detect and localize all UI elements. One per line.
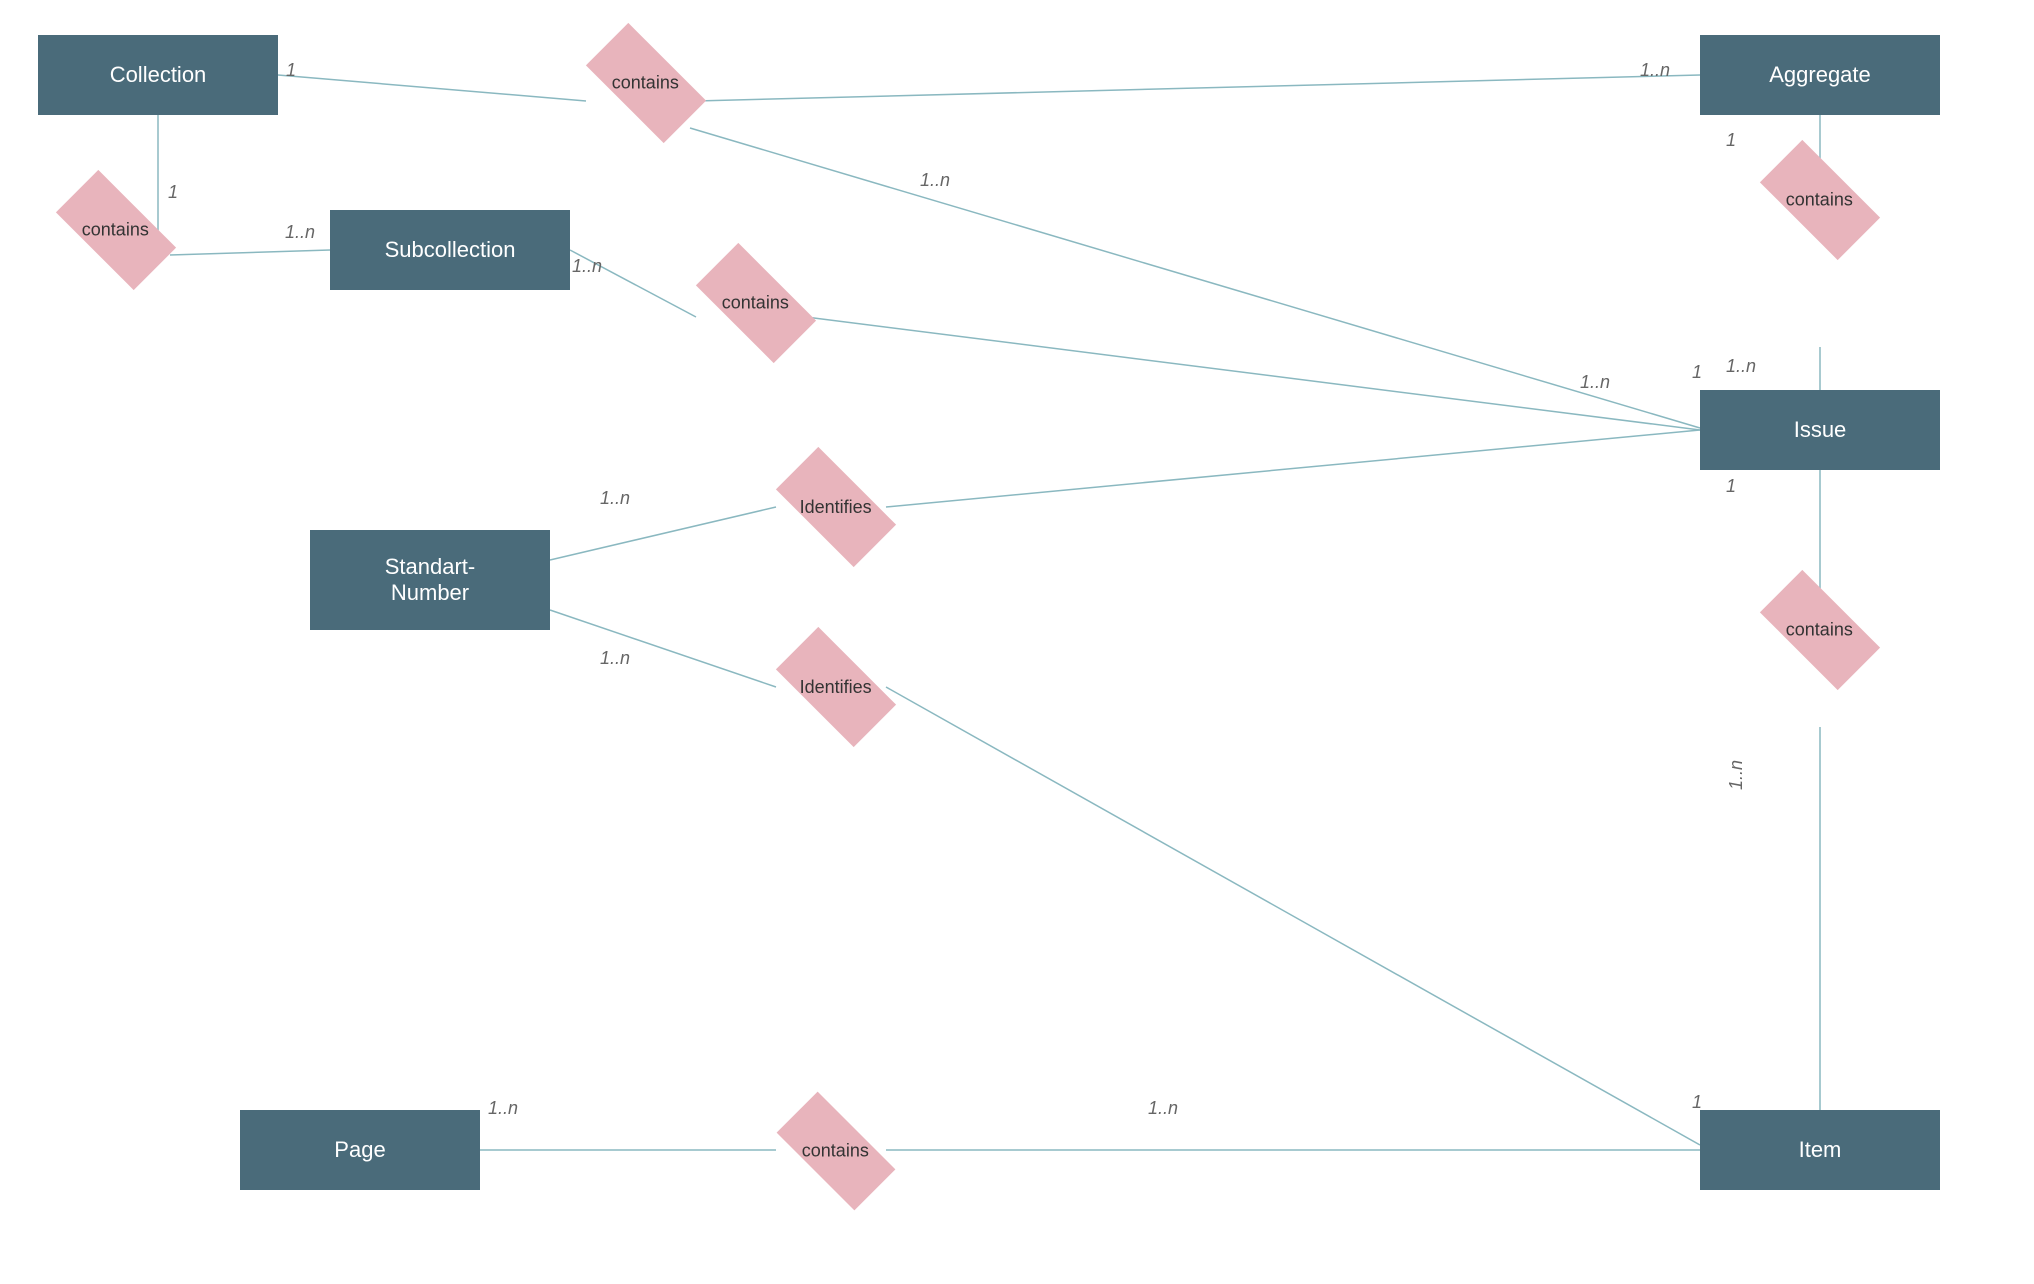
entity-item: Item bbox=[1700, 1110, 1940, 1190]
card-contains-page-item: 1..n bbox=[1148, 1098, 1178, 1119]
card-aggregate-down: 1 bbox=[1726, 130, 1736, 151]
entity-page: Page bbox=[240, 1110, 480, 1190]
entity-aggregate: Aggregate bbox=[1700, 35, 1940, 115]
diamond-contains-top: contains bbox=[586, 48, 706, 118]
diamond-contains-left: contains bbox=[56, 195, 176, 265]
card-issue-down: 1 bbox=[1726, 476, 1736, 497]
er-diagram: Collection Aggregate Subcollection Issue… bbox=[0, 0, 2034, 1284]
card-sn-identifies-bottom: 1..n bbox=[600, 648, 630, 669]
diamond-identifies-top: Identifies bbox=[776, 472, 896, 542]
card-contains-top-issue: 1..n bbox=[920, 170, 950, 191]
diamond-contains-issue: contains bbox=[1760, 595, 1880, 665]
card-contains-subcoll-issue: 1..n bbox=[1580, 372, 1610, 393]
entity-subcollection: Subcollection bbox=[330, 210, 570, 290]
card-sn-identifies-top: 1..n bbox=[600, 488, 630, 509]
diamond-contains-aggregate: contains bbox=[1760, 165, 1880, 235]
card-collection-contains-top: 1 bbox=[286, 60, 296, 81]
card-item-1-top: 1 bbox=[1692, 1092, 1702, 1113]
card-contains-left-subcoll: 1..n bbox=[285, 222, 315, 243]
diamond-contains-page: contains bbox=[776, 1118, 896, 1184]
diamond-contains-subcoll: contains bbox=[696, 268, 816, 338]
connector-lines bbox=[0, 0, 2034, 1284]
entity-issue: Issue bbox=[1700, 390, 1940, 470]
entity-collection: Collection bbox=[38, 35, 278, 115]
card-aggregate-contains-issue: 1..n bbox=[1726, 356, 1756, 377]
card-issue-1-left: 1 bbox=[1692, 362, 1702, 383]
card-contains-top-aggregate: 1..n bbox=[1640, 60, 1670, 81]
diamond-identifies-bottom: Identifies bbox=[776, 652, 896, 722]
card-contains-issue-item: 1..n bbox=[1726, 760, 1747, 790]
card-page-contains: 1..n bbox=[488, 1098, 518, 1119]
entity-standart-number: Standart-Number bbox=[310, 530, 550, 630]
card-subcoll-contains: 1..n bbox=[572, 256, 602, 277]
card-collection-down: 1 bbox=[168, 182, 178, 203]
